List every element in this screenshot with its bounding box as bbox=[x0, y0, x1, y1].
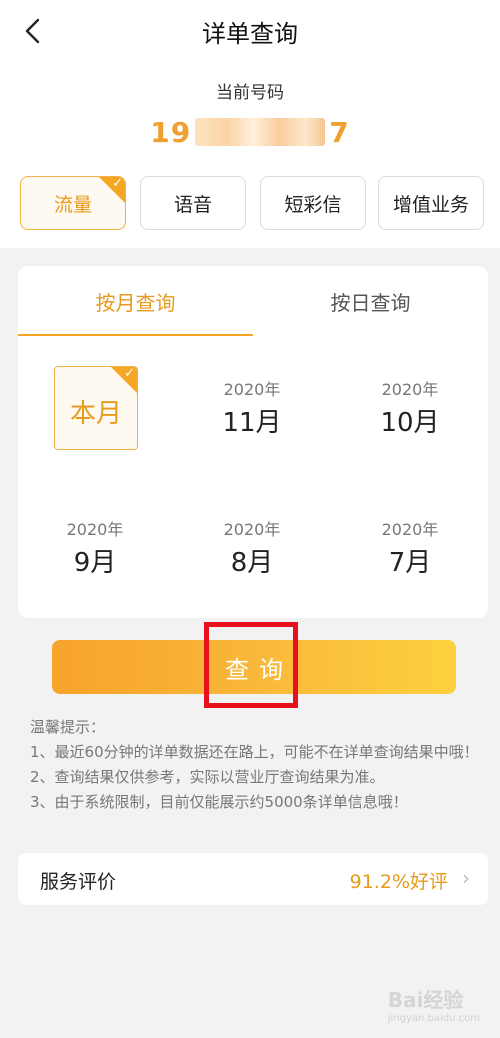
month-label: 本月 bbox=[69, 399, 122, 429]
tab-value-added[interactable]: 增值业务 bbox=[378, 176, 484, 230]
watermark-logo: Bai经验 jingyan.baidu.com bbox=[388, 984, 480, 1024]
tab-data-usage[interactable]: 流量 ✓ bbox=[20, 176, 126, 230]
year-label: 2020年 bbox=[223, 520, 281, 539]
rating-label: 服务评价 bbox=[40, 871, 117, 893]
month-option[interactable]: 2020年 10月 bbox=[350, 366, 470, 456]
month-option[interactable]: 2020年 7月 bbox=[350, 506, 470, 596]
year-label: 2020年 bbox=[66, 520, 124, 539]
query-button-label: 查询 bbox=[225, 655, 293, 684]
chevron-right-icon: › bbox=[462, 866, 470, 890]
tab-daily-query[interactable]: 按日查询 bbox=[253, 266, 488, 336]
current-number-label: 当前号码 bbox=[216, 83, 284, 103]
year-label: 2020年 bbox=[381, 380, 439, 399]
month-label: 9月 bbox=[73, 548, 117, 578]
tab-label: 增值业务 bbox=[392, 193, 469, 216]
tips-section: 温馨提示： 1、最近60分钟的详单数据还在路上，可能不在详单查询结果中哦！ 2、… bbox=[30, 715, 480, 815]
tab-label: 按日查询 bbox=[330, 290, 411, 315]
month-option[interactable]: 2020年 8月 bbox=[192, 506, 312, 596]
tab-label: 语音 bbox=[173, 193, 212, 216]
tab-sms-mms[interactable]: 短彩信 bbox=[260, 176, 366, 230]
phone-suffix: 7 bbox=[329, 115, 350, 149]
tab-monthly-query[interactable]: 按月查询 bbox=[18, 266, 253, 336]
tip-item: 3、由于系统限制，目前仅能展示约5000条详单信息哦！ bbox=[30, 793, 408, 811]
tab-label: 短彩信 bbox=[284, 193, 342, 216]
tab-label: 按月查询 bbox=[95, 290, 176, 315]
service-rating-row[interactable]: 服务评价 91.2%好评 › bbox=[18, 853, 488, 905]
tab-voice[interactable]: 语音 bbox=[140, 176, 246, 230]
tab-label: 流量 bbox=[53, 193, 92, 216]
phone-mask bbox=[195, 118, 326, 146]
month-label: 11月 bbox=[222, 408, 282, 438]
rating-value: 91.2%好评 bbox=[349, 871, 448, 893]
query-card: 按月查询 按日查询 本月 ✓ 2020年 11月 2020年 10月 2020年… bbox=[18, 266, 488, 618]
month-option[interactable]: 2020年 11月 bbox=[192, 366, 312, 456]
watermark-text: Bai经验 bbox=[387, 988, 464, 1012]
month-option[interactable]: 2020年 9月 bbox=[35, 506, 155, 596]
page-title: 详单查询 bbox=[202, 20, 298, 48]
month-label: 8月 bbox=[230, 548, 274, 578]
year-label: 2020年 bbox=[223, 380, 281, 399]
phone-number: 19 7 bbox=[0, 114, 500, 149]
check-icon: ✓ bbox=[112, 176, 123, 191]
watermark-subtext: jingyan.baidu.com bbox=[387, 1013, 480, 1024]
query-button[interactable]: 查询 bbox=[52, 640, 456, 694]
month-label: 10月 bbox=[380, 408, 440, 438]
tip-item: 2、查询结果仅供参考，实际以营业厅查询结果为准。 bbox=[30, 768, 385, 786]
check-icon: ✓ bbox=[124, 366, 135, 381]
month-option-current[interactable]: 本月 ✓ bbox=[54, 366, 138, 450]
tip-item: 1、最近60分钟的详单数据还在路上，可能不在详单查询结果中哦！ bbox=[30, 743, 479, 761]
phone-prefix: 19 bbox=[150, 115, 192, 149]
service-tabs: 流量 ✓ 语音 短彩信 增值业务 bbox=[20, 176, 484, 230]
tips-title: 温馨提示： bbox=[30, 718, 106, 736]
header-panel: 详单查询 当前号码 19 7 流量 ✓ 语音 短彩信 增值业务 bbox=[0, 0, 500, 248]
year-label: 2020年 bbox=[381, 520, 439, 539]
month-label: 7月 bbox=[388, 548, 432, 578]
active-tab-underline bbox=[18, 334, 253, 336]
